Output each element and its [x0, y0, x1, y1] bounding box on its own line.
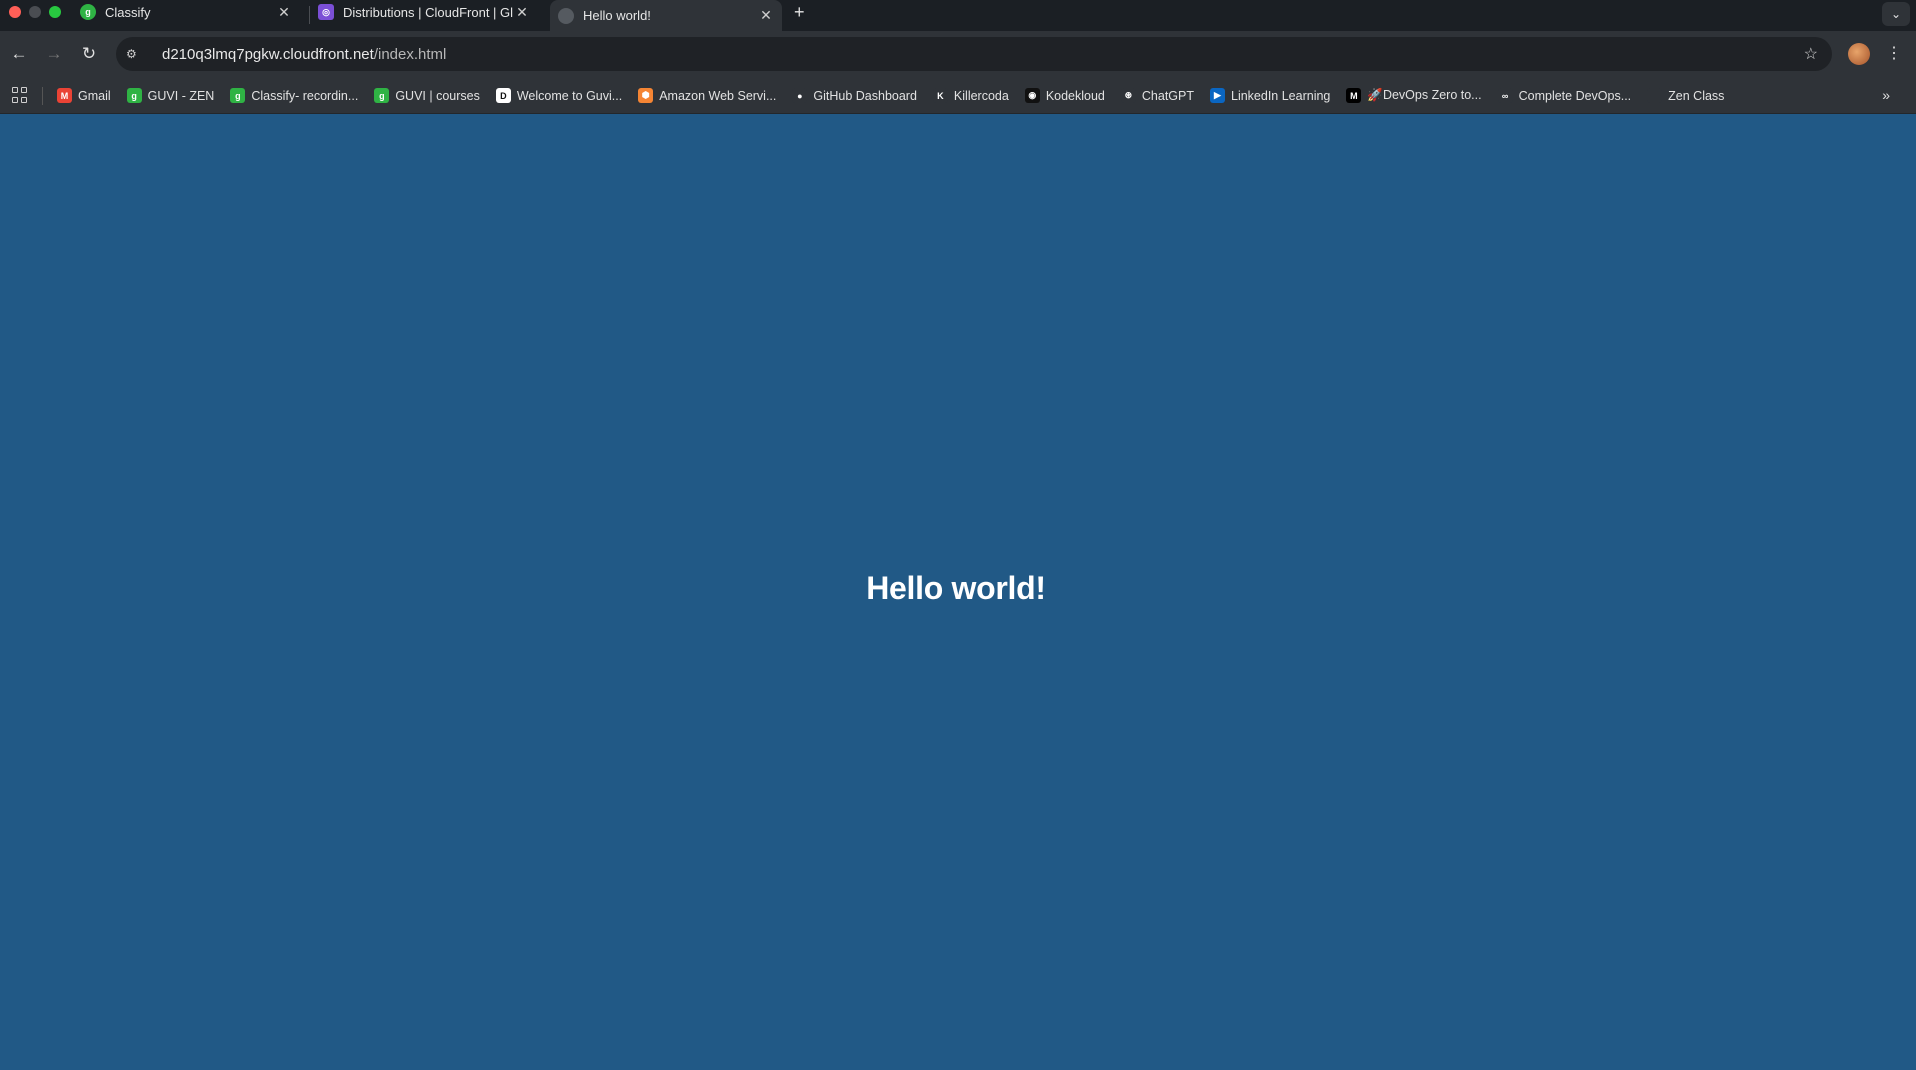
- bookmark-item[interactable]: ⊛ ChatGPT: [1120, 88, 1194, 103]
- tab-hello-world[interactable]: Hello world! ✕: [550, 0, 782, 31]
- back-button[interactable]: ←: [8, 43, 30, 65]
- chatgpt-icon: ⊛: [1120, 88, 1136, 103]
- gfg-icon: ∞: [1497, 88, 1513, 103]
- tab-title: Distributions | CloudFront | Gl: [343, 4, 514, 20]
- close-icon[interactable]: ✕: [514, 4, 530, 20]
- apps-grid-icon[interactable]: [12, 86, 30, 105]
- close-icon[interactable]: ✕: [276, 4, 292, 20]
- url-host: d210q3lmq7pgkw.cloudfront.net: [162, 45, 374, 63]
- gmail-icon: M: [57, 88, 72, 103]
- bookmark-item[interactable]: M 🚀DevOps Zero to...: [1346, 88, 1482, 103]
- minimize-window-button[interactable]: [29, 6, 41, 18]
- tab-classify[interactable]: g Classify ✕: [80, 0, 300, 24]
- bookmark-label: Complete DevOps...: [1518, 88, 1632, 103]
- bookmark-label: ChatGPT: [1141, 88, 1194, 103]
- bookmarks-bar: M Gmail g GUVI - ZEN g Classify- recordin... g…: [0, 78, 1916, 114]
- bookmark-label: Killercoda: [953, 88, 1009, 103]
- guvi-icon: g: [374, 88, 390, 103]
- page-heading: Hello world!: [866, 570, 1046, 606]
- close-window-button[interactable]: [9, 6, 21, 18]
- linkedin-learning-icon: ▶: [1210, 88, 1225, 103]
- medium-icon: M: [1346, 88, 1362, 103]
- profile-avatar[interactable]: [1848, 43, 1870, 65]
- close-icon[interactable]: ✕: [758, 7, 774, 24]
- browser-toolbar: ← → ↻ ⚙ d210q3lmq7pgkw.cloudfront.net/in…: [0, 31, 1916, 78]
- bookmark-item[interactable]: g GUVI - ZEN: [126, 88, 215, 103]
- bookmark-item[interactable]: g GUVI | courses: [374, 88, 480, 103]
- bookmark-label: Welcome to Guvi...: [516, 88, 623, 103]
- bookmark-item[interactable]: ∞ Complete DevOps...: [1497, 88, 1632, 103]
- tab-cloudfront[interactable]: ◎ Distributions | CloudFront | Gl ✕: [318, 0, 538, 24]
- url-text[interactable]: d210q3lmq7pgkw.cloudfront.net/index.html: [162, 46, 446, 63]
- kodekloud-icon: ◉: [1024, 88, 1040, 103]
- more-bookmarks-button[interactable]: »: [1882, 87, 1890, 103]
- bookmark-label: 🚀DevOps Zero to...: [1367, 88, 1482, 102]
- bookmark-item[interactable]: D Welcome to Guvi...: [495, 88, 623, 103]
- new-tab-button[interactable]: +: [794, 2, 805, 23]
- bookmark-label: Classify- recordin...: [251, 88, 359, 103]
- github-icon: ●: [792, 88, 808, 103]
- tab-search-button[interactable]: ⌄: [1882, 2, 1910, 26]
- globe-icon: [558, 7, 574, 24]
- aws-icon: ⬢: [638, 88, 654, 103]
- tab-separator: [309, 6, 310, 24]
- killercoda-icon: K: [932, 88, 948, 103]
- forward-button[interactable]: →: [43, 43, 65, 65]
- doc-icon: D: [495, 88, 511, 103]
- page-content: Hello world!: [0, 114, 1916, 1070]
- bookmark-label: Kodekloud: [1045, 88, 1105, 103]
- bookmarks-separator: [42, 86, 43, 105]
- tab-title: Classify: [105, 4, 151, 20]
- tab-title: Hello world!: [583, 8, 651, 23]
- maximize-window-button[interactable]: [49, 6, 61, 18]
- bookmark-item[interactable]: ⬢ Amazon Web Servi...: [638, 88, 776, 103]
- bookmark-item[interactable]: M Gmail: [57, 88, 111, 103]
- tab-strip: g Classify ✕ ◎ Distributions | CloudFron…: [0, 0, 1916, 31]
- bookmark-item[interactable]: ● GitHub Dashboard: [792, 88, 917, 103]
- bookmark-item[interactable]: K Killercoda: [932, 88, 1009, 103]
- bookmark-item[interactable]: g Classify- recordin...: [230, 88, 358, 103]
- url-path: /index.html: [373, 45, 447, 63]
- address-bar[interactable]: ⚙ d210q3lmq7pgkw.cloudfront.net/index.ht…: [116, 37, 1832, 71]
- bookmark-item[interactable]: ◉ Kodekloud: [1024, 88, 1105, 103]
- guvi-icon: g: [80, 4, 96, 20]
- site-info-icon[interactable]: ⚙: [126, 47, 148, 61]
- bookmark-label: GUVI - ZEN: [147, 88, 215, 103]
- browser-menu-button[interactable]: ⋮: [1886, 43, 1902, 63]
- bookmark-label: Amazon Web Servi...: [659, 88, 777, 103]
- reload-button[interactable]: ↻: [78, 43, 100, 65]
- bookmark-label: GitHub Dashboard: [813, 88, 917, 103]
- bookmark-item[interactable]: ▶ LinkedIn Learning: [1210, 88, 1330, 103]
- bookmark-list: M Gmail g GUVI - ZEN g Classify- recordin... g…: [57, 88, 1740, 103]
- cloudfront-icon: ◎: [318, 4, 334, 20]
- bookmark-label: GUVI | courses: [395, 88, 480, 103]
- bookmark-star-icon[interactable]: ☆: [1804, 44, 1818, 64]
- bookmark-label: LinkedIn Learning: [1231, 88, 1331, 103]
- guvi-icon: g: [230, 88, 246, 103]
- bookmark-item[interactable]: Zen Class: [1647, 88, 1724, 103]
- bookmark-label: Gmail: [78, 88, 111, 103]
- guvi-icon: g: [126, 88, 142, 103]
- bookmark-label: Zen Class: [1668, 88, 1725, 103]
- zen-icon: [1647, 88, 1663, 103]
